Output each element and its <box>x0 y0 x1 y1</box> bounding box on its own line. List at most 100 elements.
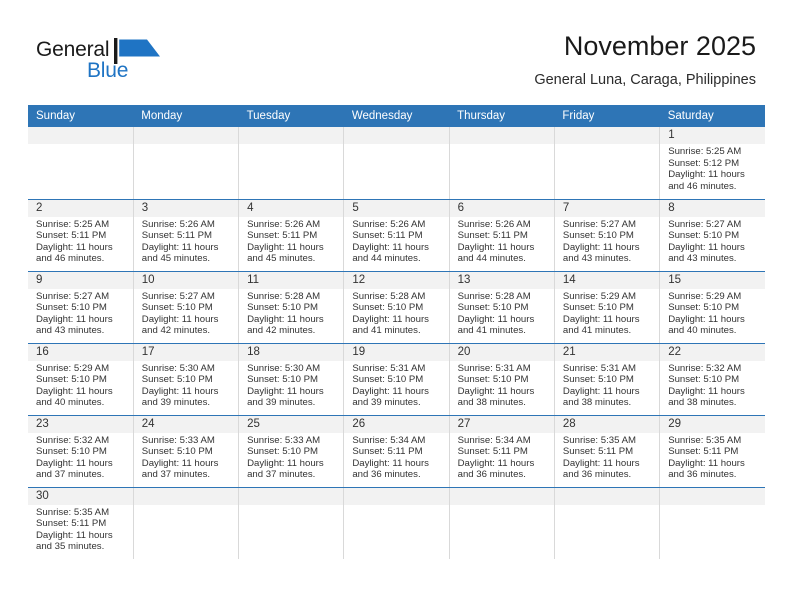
sunrise-time: Sunrise: 5:27 AM <box>36 290 110 302</box>
weekday-header-tuesday: Tuesday <box>238 105 344 127</box>
calendar-day-cell[interactable]: 1 Sunrise: 5:25 AM Sunset: 5:12 PM Daylight… <box>659 127 765 200</box>
day-sun-info: Sunrise: 5:31 AM Sunset: 5:10 PM Daylight:… <box>344 361 448 409</box>
sunset-time: Sunset: 5:11 PM <box>562 446 634 458</box>
daylight-duration-line2: and 37 minutes. <box>141 469 211 481</box>
daylight-duration-line1: Daylight: 11 hours <box>36 313 113 325</box>
day-number <box>449 487 554 505</box>
daylight-duration-line2: and 40 minutes. <box>36 397 105 409</box>
day-sun-info: Sunrise: 5:35 AM Sunset: 5:11 PM Daylight:… <box>28 505 132 553</box>
calendar-day-cell[interactable]: 15 Sunrise: 5:29 AM Sunset: 5:10 PM Dayligh… <box>659 271 765 344</box>
calendar-day-cell[interactable]: 9 Sunrise: 5:27 AM Sunset: 5:10 PM Daylight… <box>28 271 134 344</box>
calendar-day-cell[interactable]: 19 Sunrise: 5:31 AM Sunset: 5:10 PM Dayligh… <box>343 343 450 416</box>
logo-text-blue: Blue <box>87 59 129 82</box>
day-sun-info: Sunrise: 5:32 AM Sunset: 5:10 PM Daylight:… <box>28 433 132 481</box>
calendar-day-cell[interactable]: 20 Sunrise: 5:31 AM Sunset: 5:10 PM Dayligh… <box>449 343 555 416</box>
daylight-duration-line1: Daylight: 11 hours <box>457 457 535 469</box>
day-number: 5 <box>344 199 449 217</box>
sunrise-time: Sunrise: 5:31 AM <box>562 362 636 374</box>
sunset-time: Sunset: 5:10 PM <box>562 230 634 242</box>
sunrise-time: Sunrise: 5:29 AM <box>562 290 636 302</box>
calendar-week-row: 16 Sunrise: 5:29 AM Sunset: 5:10 PM Dayligh… <box>28 343 765 416</box>
day-number: 20 <box>449 343 554 361</box>
calendar-day-cell[interactable]: 6 Sunrise: 5:26 AM Sunset: 5:11 PM Daylight… <box>449 199 555 272</box>
daylight-duration-line2: and 39 minutes. <box>141 397 211 409</box>
page-header: General Blue November 2025 General Luna,… <box>0 0 792 104</box>
calendar-day-cell[interactable]: 25 Sunrise: 5:33 AM Sunset: 5:10 PM Dayligh… <box>238 415 345 488</box>
calendar-day-cell-empty <box>133 487 240 559</box>
calendar-day-cell[interactable]: 3 Sunrise: 5:26 AM Sunset: 5:11 PM Daylight… <box>133 199 240 272</box>
calendar-day-cell[interactable]: 2 Sunrise: 5:25 AM Sunset: 5:11 PM Daylight… <box>28 199 134 272</box>
sunset-time: Sunset: 5:10 PM <box>141 374 213 386</box>
calendar-day-cell-empty <box>554 127 661 200</box>
daylight-duration-line2: and 36 minutes. <box>562 469 632 481</box>
calendar-day-cell[interactable]: 27 Sunrise: 5:34 AM Sunset: 5:11 PM Dayligh… <box>449 415 555 488</box>
day-number: 16 <box>28 343 133 361</box>
sunset-time: Sunset: 5:10 PM <box>36 446 107 458</box>
weekday-header-wednesday: Wednesday <box>343 105 450 127</box>
daylight-duration-line2: and 45 minutes. <box>141 253 211 265</box>
calendar-day-cell-empty <box>238 127 345 200</box>
sunrise-time: Sunrise: 5:28 AM <box>352 290 426 302</box>
daylight-duration-line2: and 44 minutes. <box>457 253 526 265</box>
calendar-day-cell[interactable]: 26 Sunrise: 5:34 AM Sunset: 5:11 PM Dayligh… <box>343 415 450 488</box>
day-number <box>344 487 449 505</box>
calendar-day-cell[interactable]: 29 Sunrise: 5:35 AM Sunset: 5:11 PM Dayligh… <box>659 415 765 488</box>
daylight-duration-line2: and 41 minutes. <box>562 325 632 337</box>
calendar-day-cell[interactable]: 28 Sunrise: 5:35 AM Sunset: 5:11 PM Dayligh… <box>554 415 661 488</box>
sunrise-time: Sunrise: 5:26 AM <box>457 218 531 230</box>
calendar-day-cell[interactable]: 7 Sunrise: 5:27 AM Sunset: 5:10 PM Daylight… <box>554 199 661 272</box>
calendar-day-cell[interactable]: 17 Sunrise: 5:30 AM Sunset: 5:10 PM Dayligh… <box>133 343 240 416</box>
sunset-time: Sunset: 5:11 PM <box>36 230 107 242</box>
daylight-duration-line1: Daylight: 11 hours <box>668 313 745 325</box>
daylight-duration-line1: Daylight: 11 hours <box>668 241 745 253</box>
general-blue-logo[interactable]: General Blue <box>36 38 216 90</box>
sunset-time: Sunset: 5:10 PM <box>352 374 424 386</box>
daylight-duration-line1: Daylight: 11 hours <box>457 313 535 325</box>
sunrise-time: Sunrise: 5:26 AM <box>141 218 215 230</box>
daylight-duration-line1: Daylight: 11 hours <box>668 169 745 181</box>
daylight-duration-line1: Daylight: 11 hours <box>457 241 535 253</box>
calendar-day-cell[interactable]: 14 Sunrise: 5:29 AM Sunset: 5:10 PM Dayligh… <box>554 271 661 344</box>
calendar-day-cell[interactable]: 12 Sunrise: 5:28 AM Sunset: 5:10 PM Dayligh… <box>343 271 450 344</box>
sunrise-time: Sunrise: 5:32 AM <box>36 434 110 446</box>
sunset-time: Sunset: 5:10 PM <box>36 302 107 314</box>
day-number <box>660 487 765 505</box>
daylight-duration-line1: Daylight: 11 hours <box>562 457 640 469</box>
sunrise-time: Sunrise: 5:28 AM <box>247 290 321 302</box>
day-number <box>133 487 238 505</box>
day-sun-info: Sunrise: 5:27 AM Sunset: 5:10 PM Daylight:… <box>134 289 238 337</box>
daylight-duration-line2: and 42 minutes. <box>141 325 211 337</box>
calendar-day-cell[interactable]: 23 Sunrise: 5:32 AM Sunset: 5:10 PM Dayligh… <box>28 415 134 488</box>
daylight-duration-line1: Daylight: 11 hours <box>247 313 324 325</box>
calendar-day-cell[interactable]: 22 Sunrise: 5:32 AM Sunset: 5:10 PM Dayligh… <box>659 343 765 416</box>
sunrise-sunset-calendar: Sunday Monday Tuesday Wednesday Thursday Frid… <box>28 105 765 559</box>
daylight-duration-line1: Daylight: 11 hours <box>352 313 429 325</box>
daylight-duration-line2: and 44 minutes. <box>352 253 421 265</box>
day-number: 30 <box>28 487 133 505</box>
calendar-day-cell[interactable]: 8 Sunrise: 5:27 AM Sunset: 5:10 PM Daylight… <box>659 199 765 272</box>
calendar-day-cell[interactable]: 30 Sunrise: 5:35 AM Sunset: 5:11 PM Dayligh… <box>28 487 134 559</box>
day-number <box>239 487 343 505</box>
daylight-duration-line2: and 41 minutes. <box>457 325 526 337</box>
calendar-day-cell[interactable]: 13 Sunrise: 5:28 AM Sunset: 5:10 PM Dayligh… <box>449 271 555 344</box>
day-sun-info: Sunrise: 5:25 AM Sunset: 5:12 PM Daylight:… <box>660 144 765 192</box>
calendar-day-cell[interactable]: 24 Sunrise: 5:33 AM Sunset: 5:10 PM Dayligh… <box>133 415 240 488</box>
daylight-duration-line1: Daylight: 11 hours <box>668 457 745 469</box>
calendar-day-cell[interactable]: 4 Sunrise: 5:26 AM Sunset: 5:11 PM Daylight… <box>238 199 345 272</box>
calendar-day-cell[interactable]: 16 Sunrise: 5:29 AM Sunset: 5:10 PM Dayligh… <box>28 343 134 416</box>
daylight-duration-line2: and 45 minutes. <box>247 253 316 265</box>
sunset-time: Sunset: 5:11 PM <box>36 518 107 530</box>
sunset-time: Sunset: 5:10 PM <box>668 302 740 314</box>
calendar-day-cell[interactable]: 18 Sunrise: 5:30 AM Sunset: 5:10 PM Dayligh… <box>238 343 345 416</box>
sunset-time: Sunset: 5:11 PM <box>457 446 528 458</box>
sunrise-time: Sunrise: 5:26 AM <box>247 218 321 230</box>
day-sun-info: Sunrise: 5:34 AM Sunset: 5:11 PM Daylight:… <box>344 433 448 481</box>
day-sun-info: Sunrise: 5:26 AM Sunset: 5:11 PM Daylight:… <box>239 217 343 265</box>
day-number <box>554 487 659 505</box>
calendar-day-cell[interactable]: 10 Sunrise: 5:27 AM Sunset: 5:10 PM Dayligh… <box>133 271 240 344</box>
daylight-duration-line1: Daylight: 11 hours <box>36 457 113 469</box>
calendar-day-cell[interactable]: 11 Sunrise: 5:28 AM Sunset: 5:10 PM Dayligh… <box>238 271 345 344</box>
calendar-day-cell[interactable]: 21 Sunrise: 5:31 AM Sunset: 5:10 PM Dayligh… <box>554 343 661 416</box>
calendar-day-cell[interactable]: 5 Sunrise: 5:26 AM Sunset: 5:11 PM Daylight… <box>343 199 450 272</box>
daylight-duration-line2: and 37 minutes. <box>247 469 316 481</box>
